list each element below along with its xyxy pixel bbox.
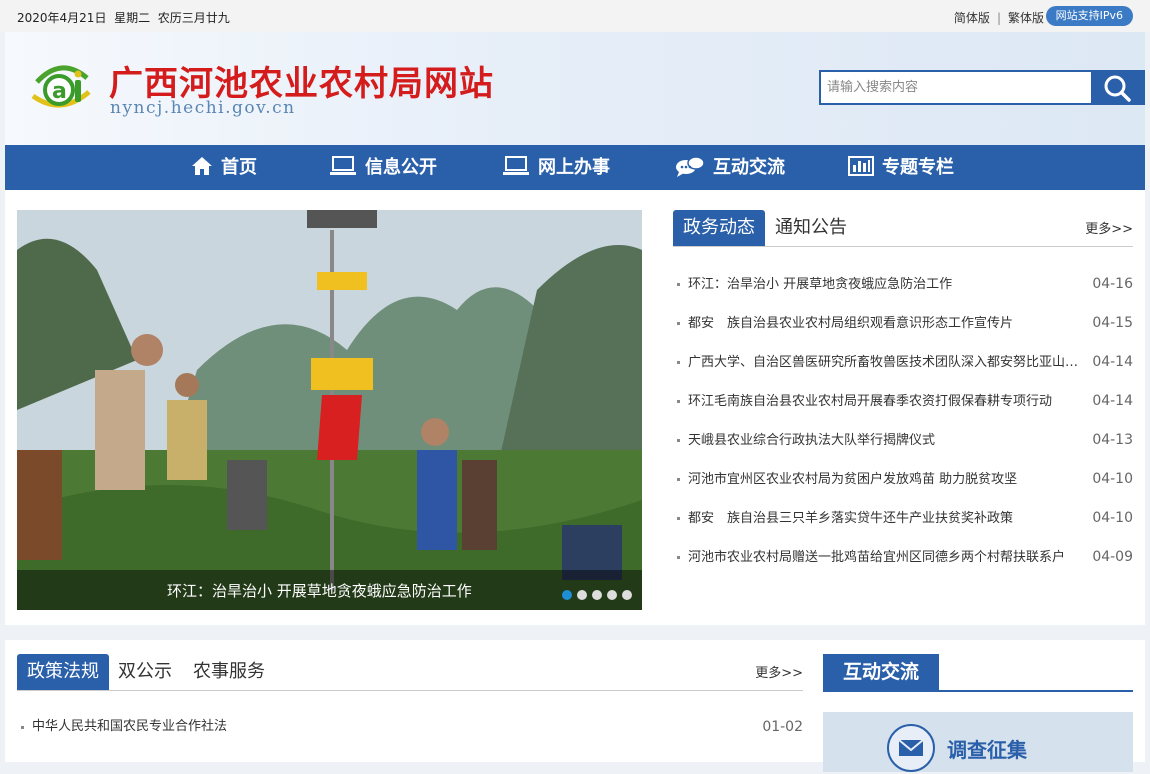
interaction-title: 互动交流: [823, 654, 940, 690]
policy-title: 中华人民共和国农民专业合作社法: [32, 719, 228, 734]
news-date: 04-10: [1092, 471, 1133, 487]
survey-button[interactable]: 调查征集: [823, 712, 1133, 772]
laptop-icon: [503, 156, 529, 175]
nav-label: 互动交流: [713, 157, 785, 178]
news-title: 环江：治旱治小 开展草地贪夜蛾应急防治工作: [688, 277, 953, 292]
photo-slideshow[interactable]: 环江：治旱治小 开展草地贪夜蛾应急防治工作: [17, 210, 642, 610]
site-header: a 广西河池农业农村局网站 nyncj.hechi.gov.cn: [5, 32, 1145, 145]
search-button[interactable]: [1091, 70, 1145, 105]
news-date: 04-09: [1092, 549, 1133, 565]
search-input[interactable]: [819, 70, 1095, 105]
slide-pager: [562, 585, 637, 604]
language-switch: 简体版 | 繁体版: [954, 9, 1044, 26]
envelope-icon: [898, 739, 924, 756]
main-nav: 首页 信息公开 网上办事 互动交流 专题专栏: [5, 145, 1145, 190]
list-item[interactable]: 河池市宜州区农业农村局为贫困户发放鸡苗 助力脱贫攻坚 04-10: [673, 460, 1133, 499]
slide-dot[interactable]: [577, 590, 587, 600]
nav-interaction[interactable]: 互动交流: [675, 145, 785, 190]
policy-tabs: 政策法规 双公示 农事服务 更多>>: [17, 654, 803, 691]
bar-chart-icon: [848, 156, 874, 176]
tab-announcements[interactable]: 通知公告: [765, 210, 857, 246]
news-title: 河池市宜州区农业农村局为贫困户发放鸡苗 助力脱贫攻坚: [688, 472, 1018, 487]
news-list: 环江：治旱治小 开展草地贪夜蛾应急防治工作 04-16 都安 族自治县农业农村局组…: [673, 265, 1133, 577]
site-domain: nyncj.hechi.gov.cn: [110, 98, 296, 118]
list-item[interactable]: 广西大学、自治区兽医研究所畜牧兽医技术团队深入都安努比亚山羊养殖基地开展调研 04…: [673, 343, 1133, 382]
news-title: 都安 族自治县农业农村局组织观看意识形态工作宣传片: [688, 316, 1014, 331]
top-bar: 2020年4月21日 星期二 农历三月廿九 简体版 | 繁体版 网站支持IPv6: [0, 0, 1150, 32]
slide-caption-bar: 环江：治旱治小 开展草地贪夜蛾应急防治工作: [17, 570, 642, 610]
news-date: 04-14: [1092, 354, 1133, 370]
slide-photo: [17, 210, 642, 610]
news-date: 04-10: [1092, 510, 1133, 526]
slide-dot[interactable]: [622, 590, 632, 600]
news-date: 04-14: [1092, 393, 1133, 409]
policy-panel: 政策法规 双公示 农事服务 更多>> 中华人民共和国农民专业合作社法 01-02 …: [5, 640, 1145, 772]
traditional-link[interactable]: 繁体版: [1008, 11, 1044, 25]
list-item[interactable]: 环江毛南族自治县农业农村局开展春季农资打假保春耕专项行动 04-14: [673, 382, 1133, 421]
laptop-icon: [330, 156, 356, 175]
list-item[interactable]: 河池市农业农村局赠送一批鸡苗给宜州区同德乡两个村帮扶联系户 04-09: [673, 538, 1133, 577]
policy-more-link[interactable]: 更多>>: [755, 662, 803, 681]
simplified-link[interactable]: 简体版: [954, 11, 990, 25]
news-date: 04-16: [1092, 276, 1133, 292]
news-title: 河池市农业农村局赠送一批鸡苗给宜州区同德乡两个村帮扶联系户: [688, 550, 1066, 565]
slide-dot[interactable]: [592, 590, 602, 600]
search-icon: [1104, 75, 1131, 102]
news-date: 04-13: [1092, 432, 1133, 448]
date-text: 2020年4月21日: [17, 11, 107, 25]
slide-dot[interactable]: [562, 590, 572, 600]
news-title: 都安 族自治县三只羊乡落实贷牛还牛产业扶贫奖补政策: [688, 511, 1014, 526]
lunar-date-text: 农历三月廿九: [157, 11, 230, 25]
news-title: 环江毛南族自治县农业农村局开展春季农资打假保春耕专项行动: [688, 394, 1053, 409]
list-item[interactable]: 都安 族自治县三只羊乡落实贷牛还牛产业扶贫奖补政策 04-10: [673, 499, 1133, 538]
chat-bubble-icon: [676, 156, 705, 177]
survey-label: 调查征集: [947, 738, 1027, 762]
news-title: 广西大学、自治区兽医研究所畜牧兽医技术团队深入都安努比亚山羊养殖基地开展调研: [688, 355, 1083, 370]
search-box: [819, 70, 1145, 105]
tab-farm-services[interactable]: 农事服务: [183, 654, 275, 690]
home-icon: [192, 157, 212, 175]
slide-dot[interactable]: [607, 590, 617, 600]
news-date: 04-15: [1092, 315, 1133, 331]
weekday-text: 星期二: [114, 11, 151, 25]
interaction-header: 互动交流: [823, 654, 1133, 692]
list-item[interactable]: 中华人民共和国农民专业合作社法 01-02: [17, 712, 803, 742]
list-item[interactable]: 都安 族自治县农业农村局组织观看意识形态工作宣传片 04-15: [673, 304, 1133, 343]
policy-list: 中华人民共和国农民专业合作社法 01-02: [17, 712, 803, 742]
nav-home[interactable]: 首页: [191, 145, 257, 190]
envelope-icon-wrap: [887, 724, 935, 772]
agri-logo-icon[interactable]: a: [29, 54, 93, 118]
list-item[interactable]: 环江：治旱治小 开展草地贪夜蛾应急防治工作 04-16: [673, 265, 1133, 304]
nav-online-service[interactable]: 网上办事: [502, 145, 610, 190]
date-display: 2020年4月21日 星期二 农历三月廿九: [17, 9, 230, 26]
nav-label: 信息公开: [365, 157, 437, 178]
news-tabs: 政务动态 通知公告 更多>>: [673, 210, 1133, 247]
nav-label: 专题专栏: [882, 157, 954, 178]
news-panel: 环江：治旱治小 开展草地贪夜蛾应急防治工作 政务动态 通知公告 更多>> 环江：…: [5, 190, 1145, 625]
svg-text:a: a: [52, 79, 67, 104]
tab-policy-regulations[interactable]: 政策法规: [17, 654, 109, 690]
nav-info-disclosure[interactable]: 信息公开: [329, 145, 437, 190]
policy-date: 01-02: [762, 719, 803, 735]
tab-double-publicity[interactable]: 双公示: [108, 654, 182, 690]
news-title: 天峨县农业综合行政执法大队举行揭牌仪式: [688, 433, 936, 448]
slide-caption[interactable]: 环江：治旱治小 开展草地贪夜蛾应急防治工作: [167, 580, 472, 601]
tab-government-news[interactable]: 政务动态: [673, 210, 765, 246]
list-item[interactable]: 天峨县农业综合行政执法大队举行揭牌仪式 04-13: [673, 421, 1133, 460]
lang-separator: |: [996, 11, 1001, 25]
news-more-link[interactable]: 更多>>: [1085, 218, 1133, 237]
nav-label: 首页: [221, 157, 257, 178]
ipv6-badge[interactable]: 网站支持IPv6: [1045, 6, 1133, 26]
nav-label: 网上办事: [538, 157, 610, 178]
nav-special-topics[interactable]: 专题专栏: [848, 145, 954, 190]
